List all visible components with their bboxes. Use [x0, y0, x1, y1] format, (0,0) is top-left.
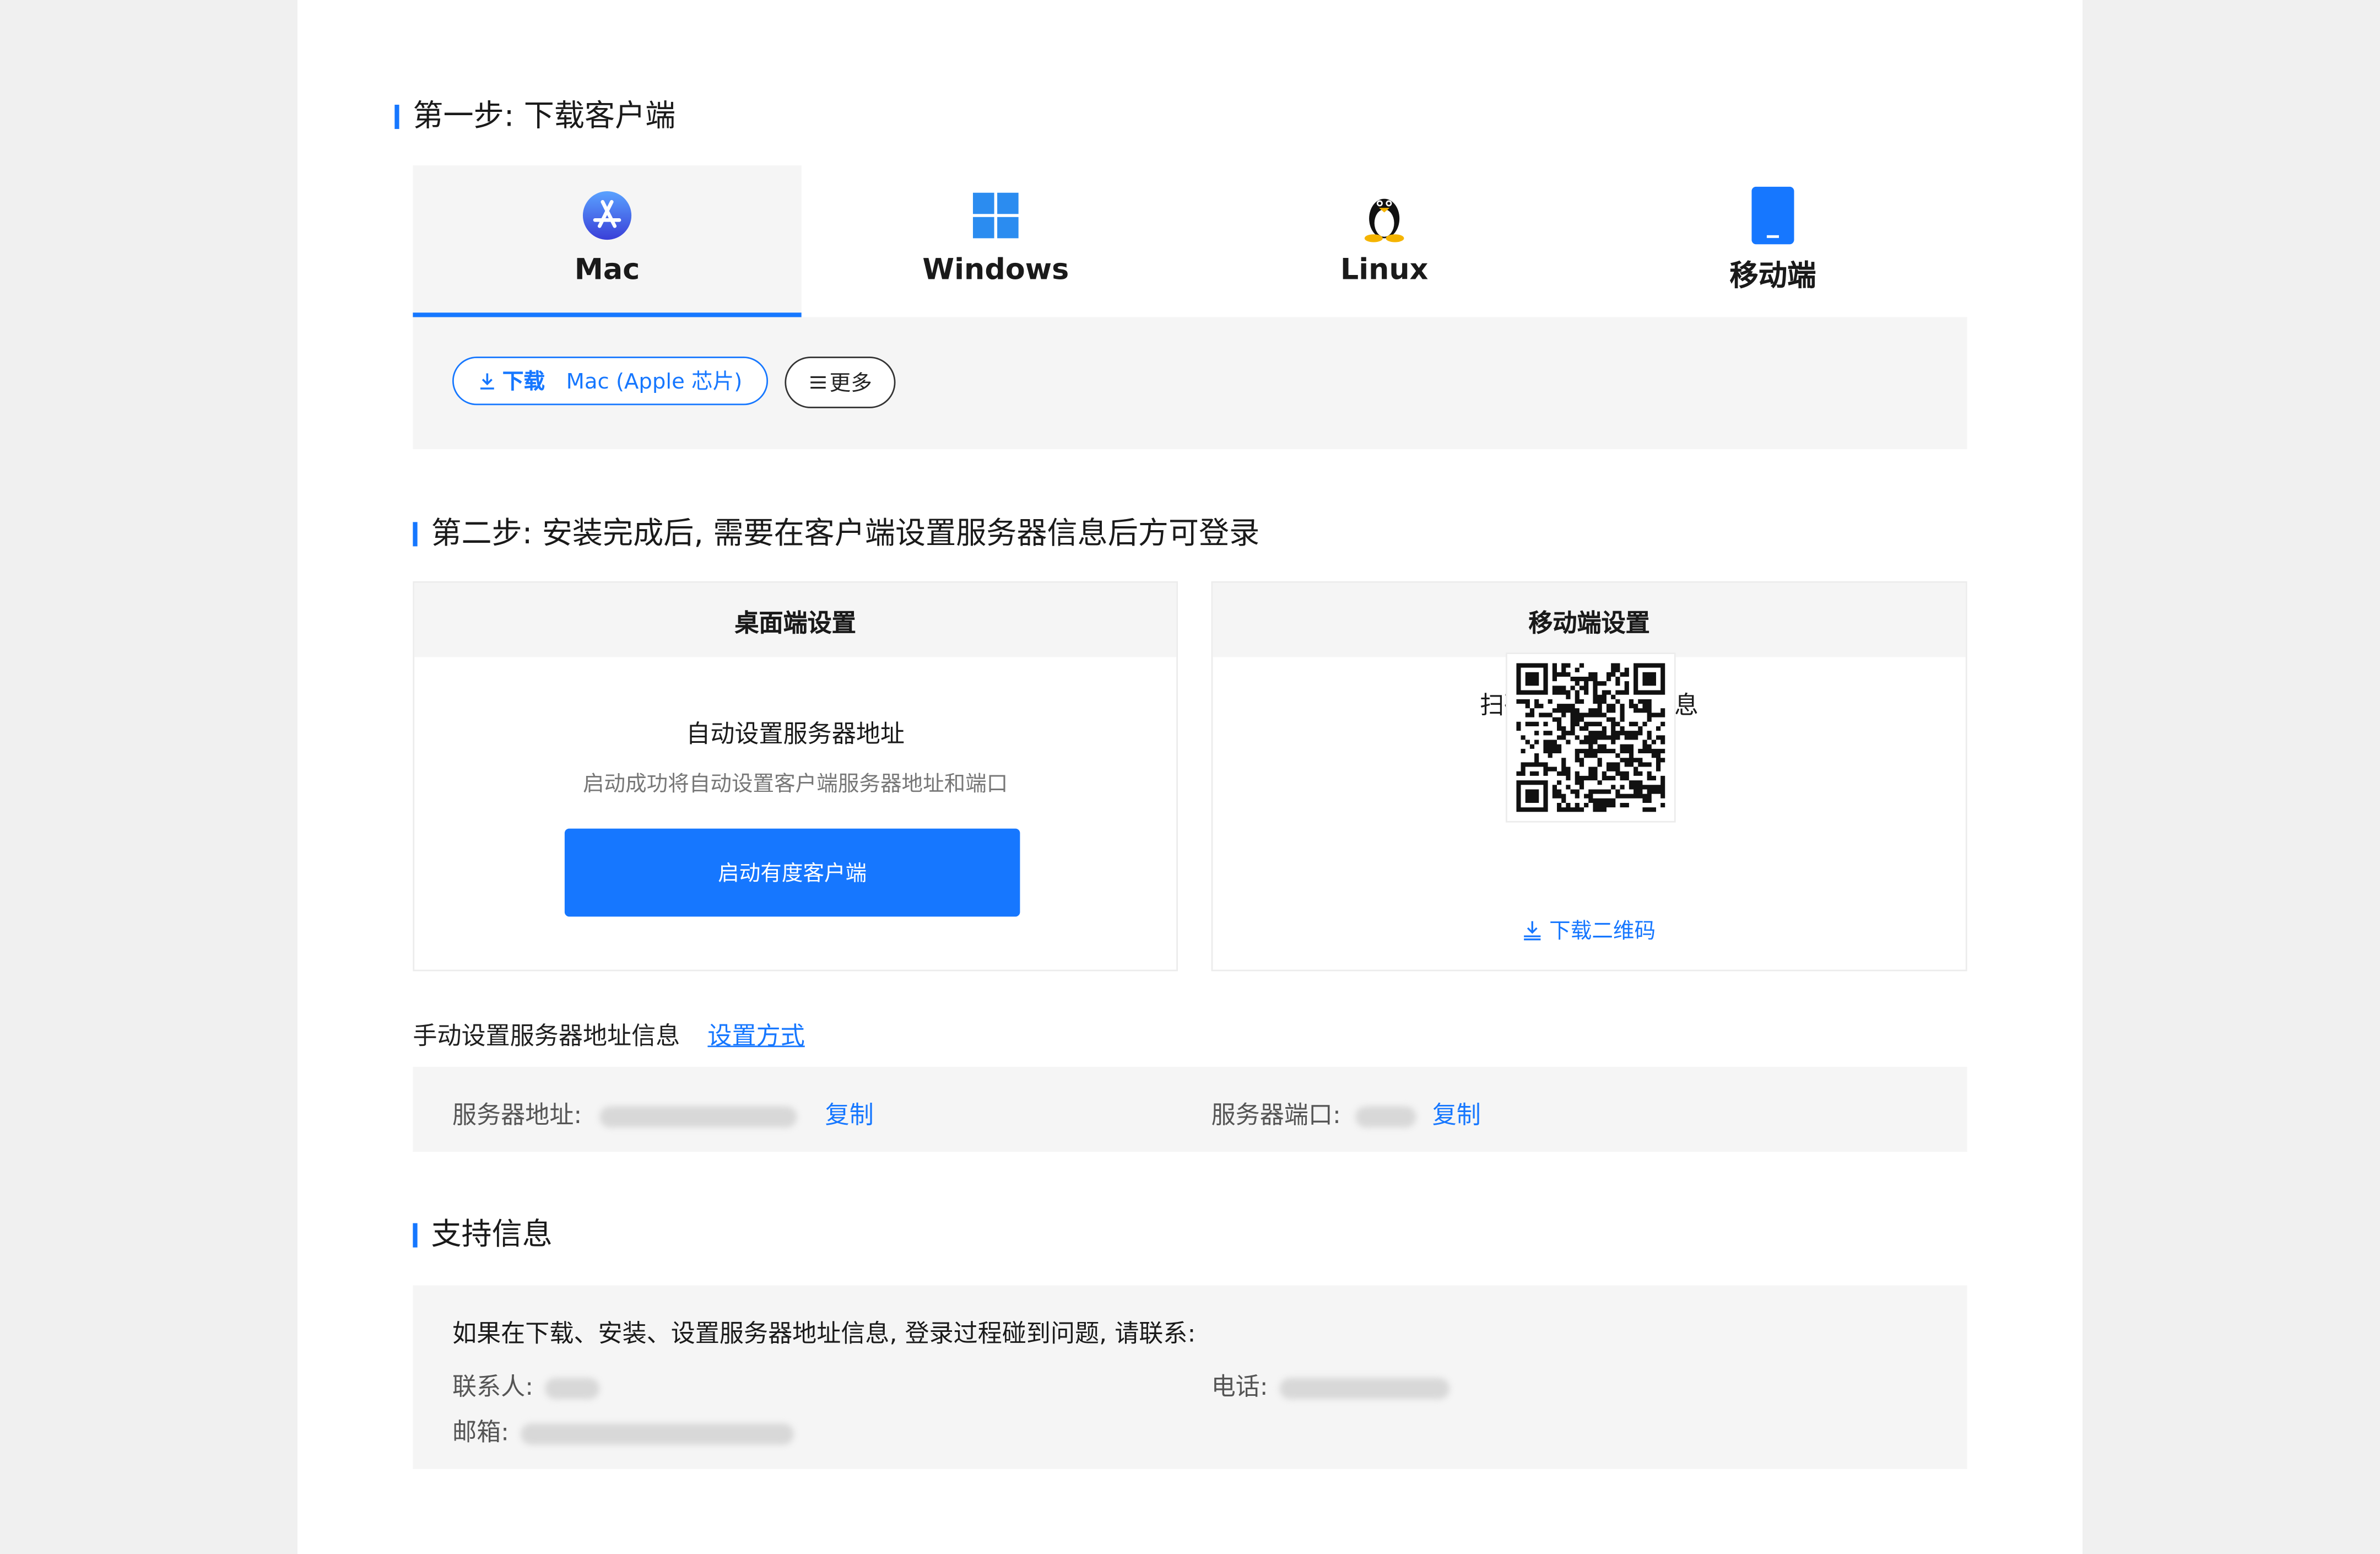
contact-value: [544, 1377, 599, 1399]
support-box: 如果在下载、安装、设置服务器地址信息, 登录过程碰到问题, 请联系: 联系人: …: [413, 1285, 1967, 1469]
mobile-card-header: 移动端设置: [1213, 582, 1966, 657]
more-label: 更多: [829, 371, 872, 396]
stage: 第一步: 下载客户端 Mac Windows Linux 移动端 下载 Mac …: [0, 0, 2380, 1554]
desktop-description: 启动成功将自动设置客户端服务器地址和端口: [582, 772, 1008, 797]
phone-value: [1279, 1377, 1449, 1399]
download-qr-link[interactable]: 下载二维码: [1213, 915, 1966, 946]
phone-row: 电话:: [1211, 1366, 1449, 1402]
download-icon: [1524, 921, 1541, 941]
step2-title: 第二步: 安装完成后, 需要在客户端设置服务器信息后方可登录: [413, 515, 1259, 551]
tab-label: Mac: [574, 253, 640, 287]
server-port-label: 服务器端口:: [1211, 1100, 1341, 1129]
download-label: Mac (Apple 芯片): [566, 370, 743, 395]
download-qr-label: 下载二维码: [1549, 919, 1656, 944]
copy-address-button[interactable]: 复制: [825, 1100, 874, 1129]
manual-setup-label: 手动设置服务器地址信息: [413, 1021, 680, 1050]
copy-port-button[interactable]: 复制: [1432, 1100, 1481, 1129]
tab-windows[interactable]: Windows: [802, 165, 1190, 317]
download-prefix: 下载: [502, 370, 545, 395]
server-address-value: [598, 1105, 797, 1127]
mobile-settings-card: 移动端设置 扫码设置服务器信息 下载二维码: [1211, 581, 1967, 972]
tab-mac[interactable]: Mac: [413, 165, 802, 317]
manual-setup-row: 手动设置服务器地址信息 设置方式: [413, 1015, 804, 1051]
qr-code-pattern: [1516, 663, 1665, 812]
desktop-card-header: 桌面端设置: [414, 582, 1177, 657]
tab-linux[interactable]: Linux: [1190, 165, 1578, 317]
tab-mobile[interactable]: 移动端: [1578, 165, 1967, 317]
server-address-label: 服务器地址:: [452, 1100, 582, 1129]
support-message: 如果在下载、安装、设置服务器地址信息, 登录过程碰到问题, 请联系:: [452, 1319, 1196, 1348]
desktop-heading: 自动设置服务器地址: [686, 719, 905, 748]
qr-code: [1506, 652, 1676, 823]
server-info-bar: 服务器地址: 复制 服务器端口: 复制: [413, 1066, 1967, 1152]
tab-label: 移动端: [1729, 259, 1816, 293]
server-port-value: [1354, 1105, 1416, 1127]
email-label: 邮箱:: [452, 1417, 510, 1447]
support-title: 支持信息: [413, 1216, 553, 1252]
contact-label: 联系人:: [452, 1372, 534, 1401]
server-port-row: 服务器端口: 复制: [1211, 1094, 1481, 1131]
download-mac-button[interactable]: 下载 Mac (Apple 芯片): [452, 357, 769, 406]
setup-method-link[interactable]: 设置方式: [707, 1021, 804, 1050]
contact-row: 联系人:: [452, 1366, 599, 1402]
step1-title: 第一步: 下载客户端: [394, 97, 675, 133]
launch-client-button[interactable]: 启动有度客户端: [564, 828, 1020, 917]
tab-label: Windows: [922, 253, 1069, 287]
server-address-row: 服务器地址: 复制: [452, 1094, 874, 1131]
more-button[interactable]: 更多: [785, 357, 896, 408]
desktop-settings-card: 桌面端设置 自动设置服务器地址 启动成功将自动设置客户端服务器地址和端口 启动有…: [413, 581, 1178, 972]
app-store-icon: [580, 188, 634, 242]
phone-label: 电话:: [1211, 1372, 1268, 1401]
email-value: [520, 1422, 793, 1444]
tab-label: Linux: [1340, 253, 1429, 287]
windows-logo-icon: [969, 188, 1023, 242]
download-icon: [480, 373, 494, 390]
email-row: 邮箱:: [452, 1411, 793, 1448]
platform-tabs: Mac Windows Linux 移动端: [413, 165, 1967, 317]
menu-icon: [809, 376, 825, 389]
mobile-phone-icon: [1745, 186, 1800, 245]
linux-penguin-icon: [1357, 188, 1411, 242]
